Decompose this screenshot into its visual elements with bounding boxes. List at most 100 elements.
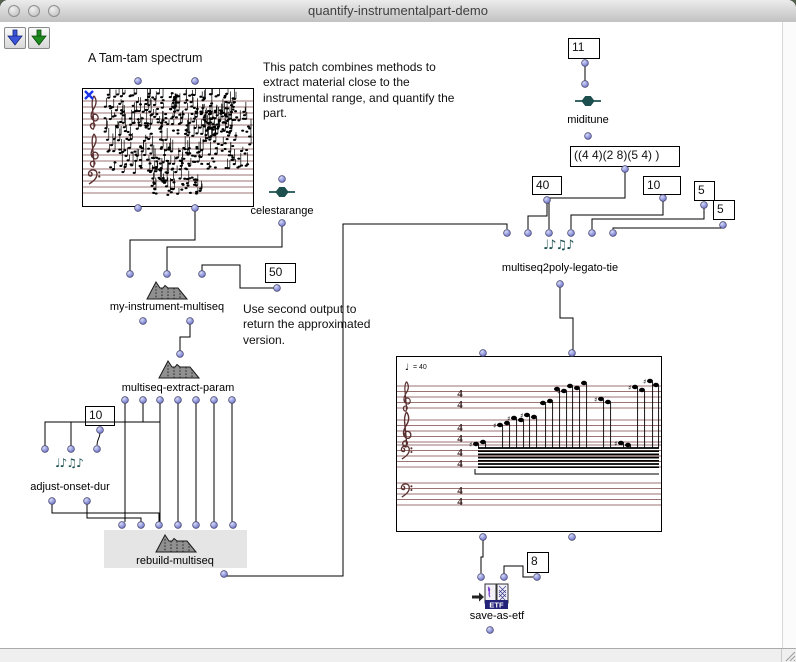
multiseq2poly-label[interactable]: multiseq2poly-legato-tie [490,262,630,274]
port-dot[interactable] [211,397,218,404]
port-dot[interactable] [582,81,589,88]
value-box-10-left[interactable]: 10 [85,406,115,426]
port-dot[interactable] [164,271,171,278]
port-dot[interactable] [135,205,142,212]
comment-second-output[interactable]: Use second output to return the approxim… [243,302,383,348]
comment-description[interactable]: This patch combines methods to extract m… [263,60,469,121]
bass-clef-icon [401,484,412,497]
save-as-etf-label[interactable]: save-as-etf [452,610,542,622]
multiseq2poly-icon[interactable]: ♩♪♫♪ [543,238,573,253]
port-dot[interactable] [701,202,708,209]
value-box-40[interactable]: 40 [532,176,562,195]
celestarange-icon[interactable] [269,186,295,198]
port-dot[interactable] [192,78,199,85]
value-box-10-right[interactable]: 10 [643,176,681,195]
port-dot[interactable] [156,522,163,529]
down-arrow-green-icon [29,28,49,48]
my-instrument-multiseq-icon[interactable] [146,280,188,300]
port-dot[interactable] [119,522,126,529]
port-dot[interactable] [544,197,551,204]
port-dot[interactable] [622,166,629,173]
port-dot[interactable] [478,574,485,581]
value-box-rhythm-list[interactable]: ((4 4)(2 8)(5 4) ) [570,146,680,167]
port-dot[interactable] [229,397,236,404]
port-dot[interactable] [534,574,541,581]
port-dot[interactable] [211,522,218,529]
port-dot[interactable] [557,281,564,288]
port-dot[interactable] [568,230,575,237]
port-dot[interactable] [279,176,286,183]
comment-tamtam[interactable]: A Tam-tam spectrum [88,50,202,66]
rebuild-multiseq-label[interactable]: rebuild-multiseq [118,555,232,567]
port-dot[interactable] [175,522,182,529]
quantified-score-box[interactable]: ♩ = 40 44 44 44 44 ♯♯♯♯♯♯♯♯♯ [396,356,662,532]
value-box-8[interactable]: 8 [527,552,549,573]
value-box-50[interactable]: 50 [265,263,296,283]
port-dot[interactable] [138,522,145,529]
celestarange-label[interactable]: celestarange [240,205,324,217]
resize-grip[interactable] [784,650,796,662]
port-dot[interactable] [501,574,508,581]
bass-clef-icon [89,170,101,184]
port-dot[interactable] [157,397,164,404]
port-dot[interactable] [585,133,592,140]
port-dot[interactable] [546,230,553,237]
port-dot[interactable] [84,498,91,505]
adjust-onset-dur-icon[interactable]: ♩♪♫♪ [55,456,83,470]
save-as-etf-icon[interactable]: ETF [472,583,512,610]
miditune-label[interactable]: miditune [548,114,628,126]
green-down-arrow-button[interactable] [28,27,50,49]
miditune-icon[interactable] [575,95,601,107]
port-dot[interactable] [720,222,727,229]
value-box-11[interactable]: 11 [568,38,600,59]
multiseq-extract-param-label[interactable]: multiseq-extract-param [112,382,244,394]
port-dot[interactable] [135,78,142,85]
tamtam-score-box[interactable] [82,88,254,207]
port-dot[interactable] [49,498,56,505]
my-instrument-multiseq-label[interactable]: my-instrument-multiseq [100,301,234,313]
vertical-scrollbar[interactable] [782,22,796,648]
multiseq-extract-param-icon[interactable] [158,359,200,379]
port-dot[interactable] [177,351,184,358]
value-box-5-upper[interactable]: 5 [694,181,715,201]
title-bar[interactable]: quantify-instrumentalpart-demo [0,0,796,23]
port-dot[interactable] [221,571,228,578]
port-dot[interactable] [140,318,147,325]
horizontal-scrollbar[interactable] [0,648,796,662]
treble-clef-icon [90,134,98,167]
port-dot[interactable] [140,397,147,404]
svg-text:♯: ♯ [469,441,472,449]
blue-down-arrow-button[interactable] [4,27,26,49]
port-dot[interactable] [175,397,182,404]
port-dot[interactable] [279,220,286,227]
port-dot[interactable] [193,397,200,404]
port-dot[interactable] [97,427,104,434]
port-dot[interactable] [230,522,237,529]
port-dot[interactable] [127,271,134,278]
port-dot[interactable] [525,230,532,237]
value-box-5-lower[interactable]: 5 [713,200,735,220]
port-dot[interactable] [122,397,129,404]
port-dot[interactable] [274,285,281,292]
port-dot[interactable] [569,350,576,357]
port-dot[interactable] [193,522,200,529]
port-dot[interactable] [582,60,589,67]
tempo-note: ♩ [405,363,409,373]
port-dot[interactable] [192,205,199,212]
port-dot[interactable] [487,627,494,634]
port-dot[interactable] [480,534,487,541]
port-dot[interactable] [94,446,101,453]
rebuild-multiseq-icon[interactable] [155,533,197,553]
delete-x-icon[interactable] [85,91,93,99]
port-dot[interactable] [199,271,206,278]
adjust-onset-dur-label[interactable]: adjust-onset-dur [20,481,120,493]
port-dot[interactable] [569,534,576,541]
port-dot[interactable] [660,195,667,202]
port-dot[interactable] [187,318,194,325]
port-dot[interactable] [68,446,75,453]
port-dot[interactable] [589,230,596,237]
port-dot[interactable] [42,446,49,453]
port-dot[interactable] [610,230,617,237]
port-dot[interactable] [480,350,487,357]
port-dot[interactable] [504,230,511,237]
